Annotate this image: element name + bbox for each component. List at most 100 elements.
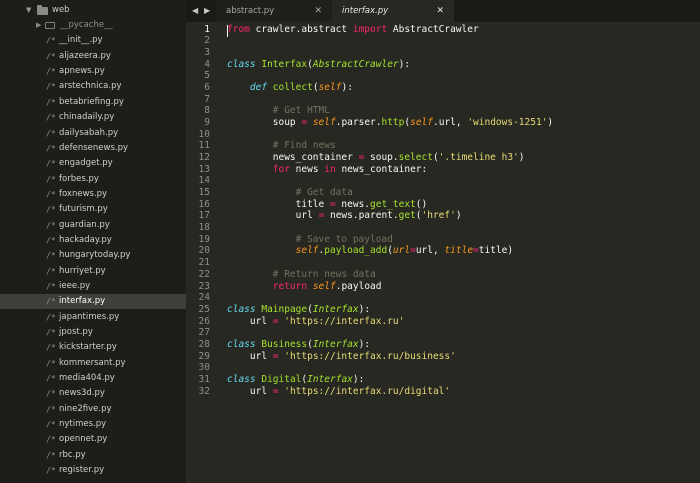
code-line[interactable]: # Get HTML bbox=[227, 105, 330, 117]
function-token: collect bbox=[272, 81, 313, 93]
file-icon: /* bbox=[46, 404, 56, 414]
close-icon[interactable]: ✕ bbox=[436, 0, 444, 22]
code-line[interactable]: url = 'https://interfax.ru/digital' bbox=[227, 386, 450, 398]
file-item[interactable]: /* foxnews.py bbox=[0, 187, 186, 202]
storage-token: class bbox=[227, 303, 256, 315]
line-number: 19 bbox=[198, 233, 210, 245]
file-item[interactable]: /* apnews.py bbox=[0, 64, 186, 79]
plain-token: .parser. bbox=[335, 116, 382, 128]
comment-token: # Return news data bbox=[272, 268, 376, 280]
file-icon: /* bbox=[46, 205, 56, 215]
file-item[interactable]: /* dailysabah.py bbox=[0, 126, 186, 141]
file-icon: /* bbox=[46, 189, 56, 199]
file-item[interactable]: /* news3d.py bbox=[0, 386, 186, 401]
file-item[interactable]: /* hackaday.py bbox=[0, 233, 186, 248]
code-line[interactable]: class Digital(Interfax): bbox=[227, 374, 364, 386]
folder-web[interactable]: ▼ web bbox=[0, 3, 186, 18]
file-icon: /* bbox=[46, 281, 56, 291]
file-item[interactable]: /* betabriefing.py bbox=[0, 95, 186, 110]
file-item[interactable]: /* __init__.py bbox=[0, 33, 186, 48]
file-item[interactable]: /* kickstarter.py bbox=[0, 340, 186, 355]
line-number: 30 bbox=[198, 362, 210, 374]
plain-token: () bbox=[415, 198, 428, 210]
file-label: register.py bbox=[59, 465, 105, 476]
code-line[interactable]: title = news.get_text() bbox=[227, 198, 428, 211]
string-token: 'https://interfax.ru' bbox=[284, 315, 405, 327]
code-line[interactable]: class Business(Interfax): bbox=[227, 339, 370, 351]
line-number: 13 bbox=[198, 163, 210, 175]
file-item[interactable]: /* forbes.py bbox=[0, 172, 186, 187]
code-line[interactable]: soup = self.parser.http(self.url, 'windo… bbox=[227, 117, 553, 129]
file-item[interactable]: /* arstechnica.py bbox=[0, 79, 186, 94]
plain-token: news.parent. bbox=[324, 210, 399, 222]
file-item[interactable]: /* japantimes.py bbox=[0, 310, 186, 325]
file-item[interactable]: /* media404.py bbox=[0, 371, 186, 386]
line-number: 24 bbox=[198, 292, 210, 304]
file-label: hackaday.py bbox=[59, 234, 112, 245]
file-item[interactable]: /* nine2five.py bbox=[0, 402, 186, 417]
file-label: aljazeera.py bbox=[59, 50, 111, 61]
tab-interfax[interactable]: interfax.py ✕ bbox=[332, 0, 454, 22]
line-number: 7 bbox=[204, 93, 210, 105]
code-line[interactable]: # Get data bbox=[227, 187, 353, 199]
line-number: 26 bbox=[198, 315, 210, 327]
base-class-token: Interfax bbox=[312, 338, 359, 350]
file-tree-sidebar[interactable]: ▼ web ▶ __pycache__/* __init__.py/* aljazee… bbox=[0, 0, 186, 483]
file-item-selected[interactable]: /* interfax.py bbox=[0, 294, 186, 310]
disclosure-open-icon[interactable]: ▼ bbox=[26, 3, 31, 18]
code-line[interactable]: class Interfax(AbstractCrawler): bbox=[227, 59, 410, 71]
code-line[interactable]: class Mainpage(Interfax): bbox=[227, 304, 370, 316]
keyword-token: return bbox=[272, 280, 308, 292]
line-number: 6 bbox=[204, 81, 210, 93]
file-item[interactable]: /* chinadaily.py bbox=[0, 110, 186, 125]
folder-icon bbox=[45, 22, 55, 29]
plain-token: ): bbox=[358, 338, 371, 350]
line-number: 21 bbox=[198, 257, 210, 269]
plain-token: url bbox=[227, 315, 273, 327]
code-line[interactable]: url = news.parent.get('href') bbox=[227, 210, 462, 222]
code-line[interactable]: # Return news data bbox=[227, 269, 376, 281]
file-icon: /* bbox=[46, 450, 56, 460]
file-icon: /* bbox=[46, 97, 56, 107]
file-item[interactable]: /* engadget.py bbox=[0, 156, 186, 171]
code-line[interactable]: # Find news bbox=[227, 140, 336, 152]
file-icon: /* bbox=[46, 251, 56, 261]
code-editor[interactable]: 1 2 3 4 5 6 7 8 9 10 11 12 13 14 15 16 17 18 19 20 21 22 23 24 2… bbox=[186, 22, 700, 483]
file-label: ieee.py bbox=[59, 280, 91, 291]
code-line[interactable]: # Save to payload bbox=[227, 234, 393, 246]
code-line[interactable]: from crawler.abstract import AbstractCra… bbox=[227, 24, 479, 36]
file-item[interactable]: /* opennet.py bbox=[0, 432, 186, 447]
code-line[interactable]: for news in news_container: bbox=[227, 164, 427, 176]
file-item[interactable]: /* hungarytoday.py bbox=[0, 248, 186, 263]
folder-pycache[interactable]: ▶ __pycache__ bbox=[0, 18, 186, 33]
code-line[interactable]: url = 'https://interfax.ru/business' bbox=[227, 351, 456, 363]
file-item[interactable]: /* kommersant.py bbox=[0, 356, 186, 371]
file-item[interactable]: /* register.py bbox=[0, 463, 186, 478]
file-item[interactable]: /* defensenews.py bbox=[0, 141, 186, 156]
code-line[interactable]: self.payload_add(url=url, title=title) bbox=[227, 245, 513, 257]
line-number: 18 bbox=[198, 222, 210, 234]
file-item[interactable]: /* hurriyet.py bbox=[0, 264, 186, 279]
disclosure-closed-icon[interactable]: ▶ bbox=[36, 18, 41, 33]
close-icon[interactable]: ✕ bbox=[314, 0, 322, 22]
file-item[interactable]: /* aljazeera.py bbox=[0, 49, 186, 64]
nav-forward-icon[interactable]: ▶ bbox=[204, 0, 210, 22]
code-line[interactable]: news_container = soup.select('.timeline … bbox=[227, 152, 525, 164]
code-line[interactable]: url = 'https://interfax.ru' bbox=[227, 316, 404, 328]
file-item[interactable]: /* ieee.py bbox=[0, 279, 186, 294]
file-item[interactable]: /* futurism.py bbox=[0, 202, 186, 217]
file-item[interactable]: /* guardian.py bbox=[0, 218, 186, 233]
file-item[interactable]: /* nytimes.py bbox=[0, 417, 186, 432]
file-item[interactable]: /* jpost.py bbox=[0, 325, 186, 340]
code-line[interactable]: def collect(self): bbox=[227, 82, 353, 94]
code-line[interactable]: return self.payload bbox=[227, 280, 382, 293]
file-label: __init__.py bbox=[59, 35, 103, 46]
file-label: nine2five.py bbox=[59, 403, 112, 414]
file-label: arstechnica.py bbox=[59, 81, 122, 92]
nav-back-icon[interactable]: ◀ bbox=[192, 0, 198, 22]
file-item[interactable]: /* rbc.py bbox=[0, 448, 186, 463]
plain-token: title bbox=[227, 198, 330, 210]
tab-abstract[interactable]: abstract.py ✕ bbox=[216, 0, 333, 22]
